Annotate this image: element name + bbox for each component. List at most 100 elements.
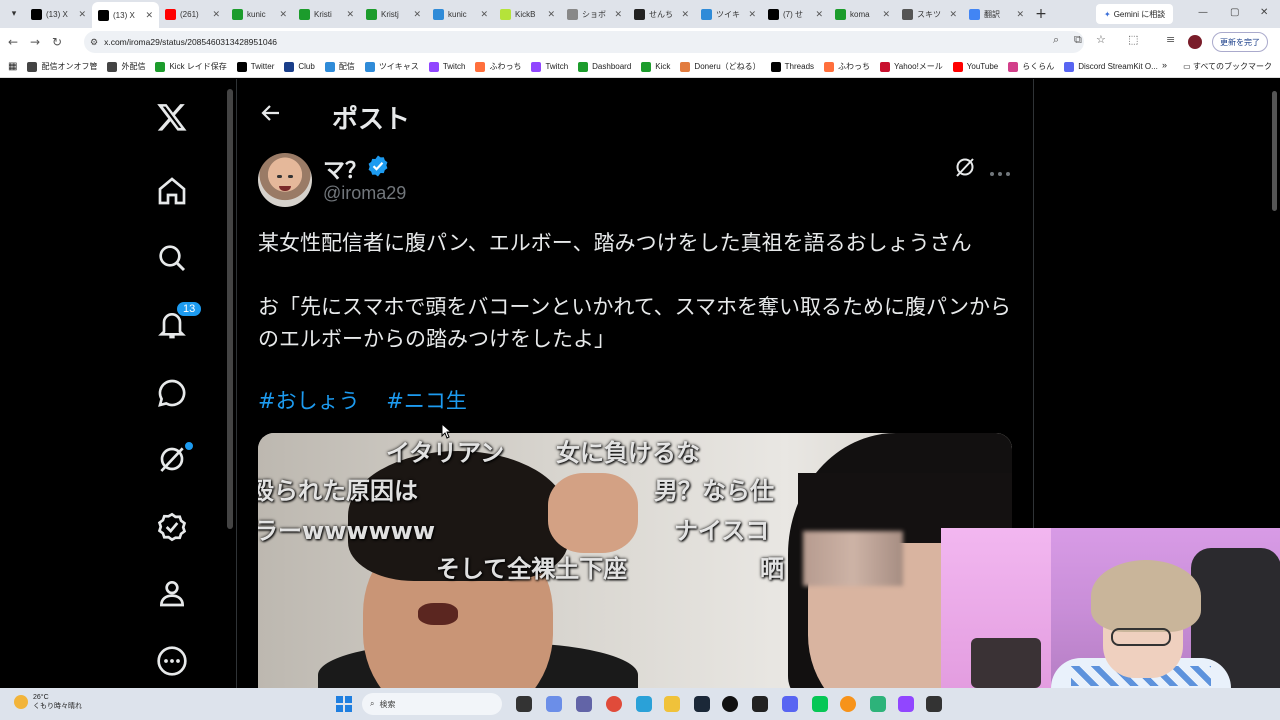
- bookmark-item[interactable]: Doneru（どねる）: [680, 61, 761, 72]
- messages-icon[interactable]: [154, 375, 190, 411]
- notifications-icon[interactable]: 13: [154, 301, 203, 343]
- task-view-icon[interactable]: [516, 696, 532, 712]
- bookmark-item[interactable]: Twitch: [428, 61, 465, 72]
- bookmark-item[interactable]: YouTube: [952, 61, 998, 72]
- profile-avatar[interactable]: [1188, 35, 1202, 49]
- teams-icon[interactable]: [576, 696, 592, 712]
- browser-tab[interactable]: スキツ ✕: [896, 3, 963, 25]
- more-options-icon[interactable]: [989, 163, 1011, 182]
- bookmark-item[interactable]: ふわっち: [824, 61, 870, 72]
- url-field[interactable]: ⚙ x.com/iroma29/status/20854603134289510…: [84, 31, 1084, 53]
- zoom-icon[interactable]: ⌕: [1053, 33, 1059, 47]
- apps-grid-icon[interactable]: ▦: [8, 61, 17, 72]
- browser-tab[interactable]: (13) X ✕: [92, 2, 159, 28]
- weather-widget[interactable]: 26°C くもり時々晴れ: [14, 693, 82, 711]
- close-tab-icon[interactable]: ✕: [815, 9, 823, 20]
- more-menu-icon[interactable]: [154, 643, 190, 679]
- bookmark-item[interactable]: ふわっち: [475, 61, 521, 72]
- author-handle[interactable]: @iroma29: [323, 183, 406, 204]
- close-tab-icon[interactable]: ✕: [145, 10, 153, 21]
- close-tab-icon[interactable]: ✕: [212, 9, 220, 20]
- copilot-icon[interactable]: [546, 696, 562, 712]
- bookmark-item[interactable]: Twitch: [531, 61, 568, 72]
- back-arrow-icon[interactable]: [259, 101, 283, 129]
- tab-list-icon[interactable]: ≡: [1166, 33, 1175, 46]
- maximize-window-icon[interactable]: ▢: [1230, 7, 1239, 18]
- steam-icon[interactable]: [694, 696, 710, 712]
- back-nav-icon[interactable]: ←: [2, 35, 24, 49]
- grok-icon[interactable]: [154, 441, 194, 477]
- browser-tab[interactable]: Kristj ✕: [360, 3, 427, 25]
- author-avatar[interactable]: [258, 153, 312, 207]
- bookmark-item[interactable]: Club: [284, 61, 315, 72]
- chrome-icon[interactable]: [606, 696, 622, 712]
- site-info-icon[interactable]: ⚙: [90, 37, 98, 48]
- close-tab-icon[interactable]: ✕: [882, 9, 890, 20]
- gemini-button[interactable]: ✦ Gemini に相談: [1096, 4, 1174, 24]
- app-icon[interactable]: [752, 696, 768, 712]
- browser-tab[interactable]: kunic ✕: [226, 3, 293, 25]
- forward-nav-icon[interactable]: →: [24, 35, 46, 49]
- bookmark-item[interactable]: 配信オンオフ管: [27, 61, 97, 72]
- browser-tab[interactable]: kunic ✕: [427, 3, 494, 25]
- more-bookmarks-icon[interactable]: »: [1162, 60, 1167, 70]
- grok-post-icon[interactable]: [953, 155, 977, 183]
- nav-scrollbar-thumb[interactable]: [227, 89, 233, 529]
- browser-tab[interactable]: (261) ✕: [159, 3, 226, 25]
- hashtag-link[interactable]: #ニコ生: [386, 389, 467, 413]
- edge-icon[interactable]: [636, 696, 652, 712]
- bookmark-item[interactable]: Dashboard: [578, 61, 631, 72]
- browser-tab[interactable]: せんち ✕: [628, 3, 695, 25]
- close-tab-icon[interactable]: ✕: [748, 9, 756, 20]
- close-tab-icon[interactable]: ✕: [78, 9, 86, 20]
- close-tab-icon[interactable]: ✕: [413, 9, 421, 20]
- nav-scrollbar[interactable]: [226, 79, 234, 688]
- browser-tab[interactable]: ツイキ ✕: [695, 3, 762, 25]
- close-tab-icon[interactable]: ✕: [1016, 9, 1024, 20]
- bookmark-item[interactable]: Twitter: [236, 61, 274, 72]
- author-name[interactable]: マ？: [323, 153, 367, 185]
- close-window-icon[interactable]: ✕: [1260, 7, 1268, 18]
- coin-app-icon[interactable]: [840, 696, 856, 712]
- reload-icon[interactable]: ↻: [46, 35, 68, 49]
- close-tab-icon[interactable]: ✕: [681, 9, 689, 20]
- line-icon[interactable]: [812, 696, 828, 712]
- browser-tab[interactable]: (7) せ ✕: [762, 3, 829, 25]
- minimize-window-icon[interactable]: —: [1198, 7, 1208, 18]
- bookmark-item[interactable]: ツイキャス: [364, 61, 419, 72]
- bookmark-item[interactable]: Threads: [770, 61, 814, 72]
- browser-tab[interactable]: 翻訳 ✕: [963, 3, 1030, 25]
- update-button[interactable]: 更新を完了: [1212, 32, 1268, 52]
- twitch-app-icon[interactable]: [898, 696, 914, 712]
- bookmark-item[interactable]: Discord StreamKit O...: [1064, 61, 1158, 72]
- install-app-icon[interactable]: ⧉: [1074, 33, 1082, 47]
- close-tab-icon[interactable]: ✕: [614, 9, 622, 20]
- bookmark-item[interactable]: らくらん: [1008, 61, 1054, 72]
- close-tab-icon[interactable]: ✕: [279, 9, 287, 20]
- search-icon[interactable]: [154, 240, 190, 276]
- new-tab-button[interactable]: +: [1030, 6, 1052, 22]
- bookmark-star-icon[interactable]: ☆: [1096, 33, 1106, 46]
- close-tab-icon[interactable]: ✕: [949, 9, 957, 20]
- close-tab-icon[interactable]: ✕: [480, 9, 488, 20]
- obs-icon[interactable]: [722, 696, 738, 712]
- extensions-icon[interactable]: ⬚: [1128, 33, 1138, 46]
- page-scrollbar-thumb[interactable]: [1272, 91, 1277, 211]
- taskbar-search[interactable]: ⌕ 検索: [362, 693, 502, 715]
- x-logo-icon[interactable]: [154, 99, 190, 135]
- all-bookmarks-folder[interactable]: ▭ すべてのブックマーク: [1183, 61, 1272, 72]
- bookmark-item[interactable]: Yahoo!メール: [880, 61, 943, 72]
- profile-icon[interactable]: [154, 575, 190, 611]
- close-tab-icon[interactable]: ✕: [346, 9, 354, 20]
- home-icon[interactable]: [154, 173, 190, 209]
- file-explorer-icon[interactable]: [664, 696, 680, 712]
- hashtag-link[interactable]: #おしょう: [258, 389, 360, 413]
- browser-tab[interactable]: koma ✕: [829, 3, 896, 25]
- notes-icon[interactable]: [870, 696, 886, 712]
- start-button[interactable]: [336, 696, 352, 712]
- bookmark-item[interactable]: Kick レイド保存: [155, 61, 227, 72]
- browser-tab[interactable]: ショボ ✕: [561, 3, 628, 25]
- bookmark-item[interactable]: 外配信: [107, 61, 145, 72]
- bookmark-item[interactable]: Kick: [641, 61, 670, 72]
- tab-search-button[interactable]: ▾: [3, 3, 25, 25]
